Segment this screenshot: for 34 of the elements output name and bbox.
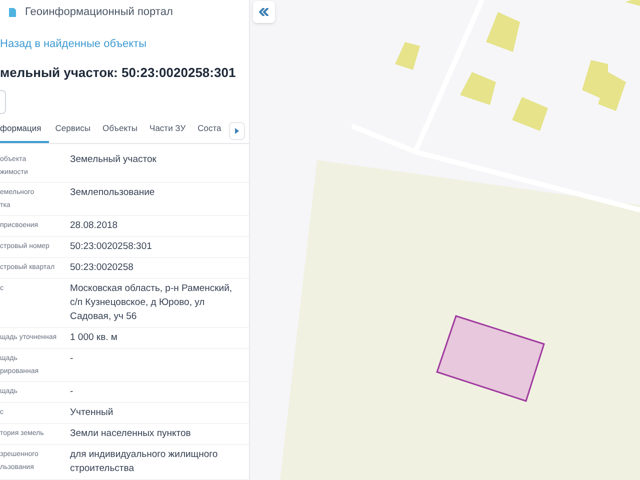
land-plot-polygon[interactable] bbox=[436, 314, 546, 404]
property-value: строительства bbox=[70, 462, 136, 476]
property-value: - bbox=[70, 385, 74, 399]
property-value: с/п Кузнецовское, д Юрово, ул bbox=[70, 296, 206, 310]
property-value: Землепользование bbox=[70, 186, 155, 200]
property-value: Садовая, уч 56 bbox=[70, 310, 138, 324]
property-value: Учтенный bbox=[70, 406, 114, 420]
property-value: Московская область, р-н Раменский, bbox=[70, 282, 232, 296]
property-value: 50:23:0020258 bbox=[70, 261, 134, 275]
collapse-panel-button[interactable] bbox=[253, 1, 275, 23]
building-shape bbox=[395, 42, 420, 70]
double-chevron-left-icon bbox=[259, 8, 269, 16]
portal-logo-icon bbox=[8, 6, 17, 18]
tab[interactable]: Сервисы bbox=[49, 122, 96, 143]
object-title: мельный участок: 50:23:0020258:301 bbox=[0, 64, 237, 82]
property-value: Земли населенных пунктов bbox=[70, 427, 191, 441]
building-shape bbox=[486, 12, 520, 52]
property-value: для индивидуального жилищного bbox=[70, 448, 218, 462]
tabs-scroll-button[interactable] bbox=[229, 122, 245, 140]
tab[interactable]: Соста bbox=[192, 122, 228, 143]
property-value: 50:23:0020258:301 bbox=[70, 240, 152, 254]
tab[interactable]: Объекты bbox=[96, 122, 144, 143]
building-shape bbox=[625, 0, 640, 6]
building-shape bbox=[512, 97, 548, 131]
portal-title: Геоинформационный портал bbox=[25, 4, 173, 20]
caret-right-icon bbox=[235, 128, 239, 134]
property-value: 28.08.2018 bbox=[70, 219, 118, 233]
tab[interactable]: формация bbox=[0, 122, 50, 143]
tab[interactable]: Части ЗУ bbox=[144, 122, 192, 143]
property-value: Земельный участок bbox=[70, 153, 156, 167]
building-shape bbox=[582, 60, 626, 111]
property-value: 1 000 кв. м bbox=[70, 331, 118, 345]
property-value: - bbox=[70, 352, 74, 366]
building-shape bbox=[460, 72, 496, 105]
